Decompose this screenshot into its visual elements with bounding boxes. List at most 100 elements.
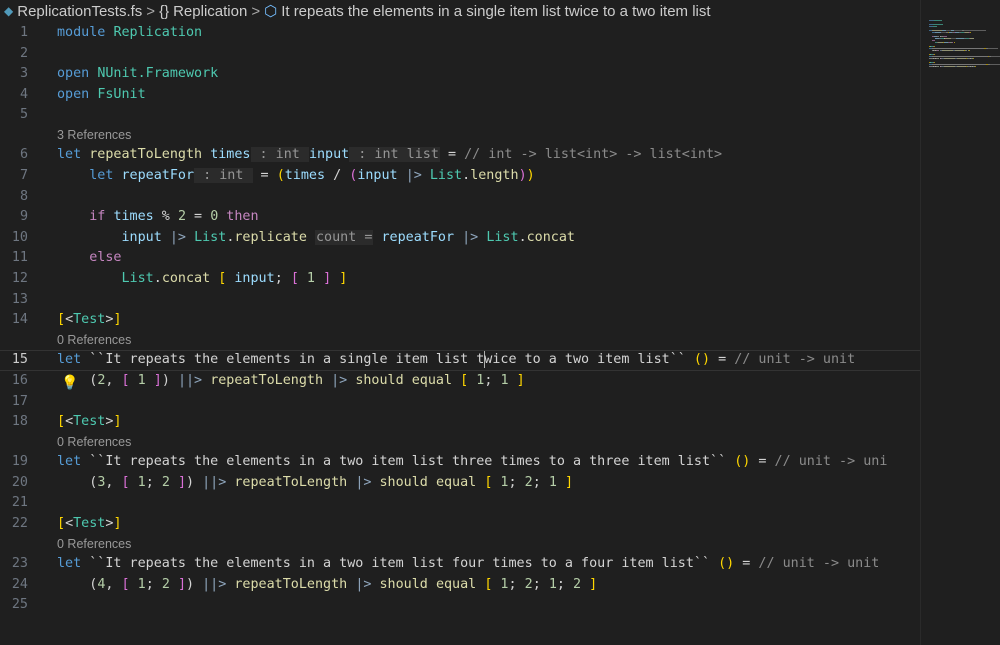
codelens-references[interactable]: 0 References — [0, 535, 920, 555]
minimap[interactable] — [920, 0, 1000, 645]
code-token: let — [57, 556, 90, 572]
code-token: . — [462, 168, 471, 184]
minimap-mark — [954, 30, 962, 31]
code-token: else — [89, 250, 122, 266]
minimap-mark — [944, 38, 952, 39]
line-number: 20 — [11, 474, 28, 490]
code-text: List.concat [ input; [ 1 ] ] — [57, 269, 348, 290]
code-text: (2, [ 1 ]) ||> repeatToLength |> should … — [57, 371, 524, 392]
code-line[interactable]: 19 let ``It repeats the elements in a two… — [0, 452, 920, 473]
code-token: () — [693, 352, 711, 368]
code-text: [<Test>] — [57, 514, 122, 535]
code-line[interactable]: 23 let ``It repeats the elements in a two… — [0, 554, 920, 575]
code-token: times — [113, 209, 154, 225]
code-line[interactable]: 9 if times % 2 = 0 then — [0, 207, 920, 228]
code-line[interactable]: 13 — [0, 290, 920, 311]
code-token: = — [186, 209, 211, 225]
minimap-mark — [933, 20, 942, 21]
code-token: open — [57, 86, 98, 102]
chevron-right-icon: > — [146, 2, 156, 20]
code-line[interactable]: 3 open NUnit.Framework — [0, 64, 920, 85]
code-token: Replication — [113, 25, 203, 40]
code-line[interactable]: 1 module Replication — [0, 23, 920, 44]
code-token: List — [121, 271, 154, 287]
codelens-label[interactable]: 0 References — [57, 333, 131, 347]
minimap-mark — [968, 50, 970, 51]
code-line[interactable]: 15 let ``It repeats the elements in a sin… — [0, 350, 920, 371]
code-token: = — [710, 352, 735, 368]
code-token: ( — [276, 168, 285, 184]
code-token: 2 — [161, 576, 178, 592]
code-line[interactable]: 12 List.concat [ input; [ 1 ] ] — [0, 269, 920, 290]
code-token: ( — [57, 474, 98, 490]
code-comment: // unit -> unit — [734, 352, 856, 368]
minimap-mark — [944, 58, 955, 59]
code-token: repeatToLength — [89, 147, 211, 163]
code-line[interactable]: 24 (4, [ 1; 2 ]) ||> repeatToLength |> s… — [0, 575, 920, 596]
code-token: times — [210, 147, 251, 163]
minimap-mark — [969, 38, 974, 39]
minimap-mark — [931, 40, 935, 41]
code-line[interactable]: 10 input |> List. replicate count = repea… — [0, 228, 920, 249]
line-number: 9 — [19, 209, 28, 225]
minimap-mark — [989, 64, 1000, 65]
code-token: repeatFor — [373, 229, 463, 245]
code-token: List — [486, 229, 519, 245]
code-editor[interactable]: 1 module Replication 2 3 open NUnit.Framewor… — [0, 23, 920, 616]
code-line[interactable]: 22 [<Test>] — [0, 514, 920, 535]
code-line[interactable]: 7 let repeatFor : int = (times / (input … — [0, 166, 920, 187]
code-token: Test — [73, 414, 106, 430]
code-line[interactable]: 6 let repeatToLength times : int input : … — [0, 145, 920, 166]
breadcrumb-symbol[interactable]: It repeats the elements in a single item… — [281, 3, 710, 20]
code-line[interactable]: 17 — [0, 392, 920, 413]
code-line[interactable]: 8 — [0, 187, 920, 208]
code-line[interactable]: 11 else — [0, 248, 920, 269]
minimap-mark — [943, 36, 947, 37]
code-line[interactable]: 16 💡 (2, [ 1 ]) ||> repeatToLength |> sho… — [0, 371, 920, 392]
minimap-mark — [931, 56, 988, 57]
code-line[interactable]: 21 — [0, 493, 920, 514]
code-line[interactable]: 2 — [0, 44, 920, 65]
code-comment: // int -> list<int> -> list<int> — [464, 147, 723, 163]
codelens-references[interactable]: 3 References — [0, 126, 920, 146]
code-token: 2 — [177, 209, 186, 225]
breadcrumb: ◆ ReplicationTests.fs > {} Replication >… — [0, 0, 924, 22]
code-token: ||> — [177, 372, 211, 388]
code-line[interactable]: 20 (3, [ 1; 2 ]) ||> repeatToLength |> s… — [0, 473, 920, 494]
code-token: 1 — [500, 372, 517, 388]
code-line[interactable]: 25 — [0, 595, 920, 616]
inlay-hint: : int — [250, 147, 309, 163]
code-token: < — [65, 312, 74, 328]
code-line[interactable]: 14 [<Test>] — [0, 310, 920, 331]
code-token: FsUnit — [97, 86, 146, 102]
code-token: = — [734, 556, 759, 572]
code-token: 2 — [524, 474, 533, 490]
code-line[interactable]: 4 open FsUnit — [0, 85, 920, 106]
code-text: module Replication — [57, 23, 202, 44]
line-number: 11 — [11, 250, 28, 266]
code-token: 2 — [161, 474, 178, 490]
code-token: ] — [113, 312, 122, 328]
code-text: open NUnit.Framework — [57, 64, 218, 85]
line-number: 21 — [11, 495, 28, 511]
codelens-references[interactable]: 0 References — [0, 331, 920, 351]
code-token: [ — [57, 515, 66, 531]
codelens-label[interactable]: 0 References — [57, 435, 131, 449]
code-token: repeatFor — [121, 168, 195, 184]
breadcrumb-namespace[interactable]: Replication — [173, 3, 247, 20]
code-line[interactable]: 5 — [0, 105, 920, 126]
code-token: ] — [177, 474, 186, 490]
breadcrumb-file[interactable]: ReplicationTests.fs — [17, 3, 142, 20]
code-token: ) — [186, 576, 203, 592]
codelens-label[interactable]: 0 References — [57, 537, 131, 551]
code-text: let repeatFor : int = (times / (input |>… — [57, 166, 535, 187]
code-token: open — [57, 66, 98, 82]
minimap-mark — [933, 46, 935, 47]
codelens-references[interactable]: 0 References — [0, 433, 920, 453]
codelens-label[interactable]: 3 References — [57, 128, 131, 142]
code-line[interactable]: 18 [<Test>] — [0, 412, 920, 433]
line-number: 3 — [19, 66, 28, 82]
code-text: [<Test>] — [57, 412, 122, 433]
